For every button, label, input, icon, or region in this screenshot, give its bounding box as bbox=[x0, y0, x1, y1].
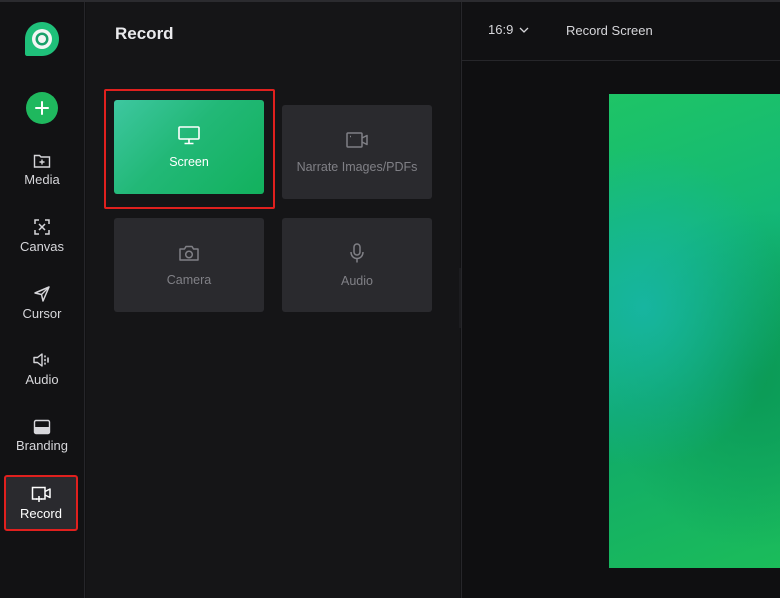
microphone-icon bbox=[350, 243, 364, 263]
monitor-icon bbox=[178, 126, 200, 145]
app-logo-icon bbox=[23, 20, 61, 58]
sidebar-item-record[interactable]: Record bbox=[4, 475, 78, 531]
record-option-narrate[interactable]: Narrate Images/PDFs bbox=[282, 105, 432, 199]
record-option-camera[interactable]: Camera bbox=[114, 218, 264, 312]
sidebar-item-media[interactable]: Media bbox=[6, 142, 78, 198]
video-frame-icon bbox=[346, 132, 368, 148]
app-window: Media Canvas Cursor Audio Branding Recor… bbox=[0, 0, 780, 598]
sidebar-item-cursor[interactable]: Cursor bbox=[6, 275, 78, 331]
panel-title: Record bbox=[115, 24, 174, 43]
sidebar-item-label: Cursor bbox=[22, 305, 62, 321]
camera-icon bbox=[179, 245, 199, 261]
record-mode-label: Record Screen bbox=[566, 23, 653, 38]
plus-icon bbox=[35, 101, 49, 115]
sidebar-item-label: Canvas bbox=[19, 238, 65, 254]
aspect-ratio-dropdown[interactable]: 16:9 bbox=[488, 22, 529, 37]
sidebar-item-label: Record bbox=[20, 505, 62, 521]
folder-plus-icon bbox=[33, 154, 51, 168]
record-option-screen[interactable]: Screen bbox=[114, 100, 264, 194]
record-option-label: Audio bbox=[341, 274, 373, 288]
record-panel: Record Screen Narrate Images/PDFs Camera bbox=[86, 2, 460, 598]
sidebar-item-label: Audio bbox=[25, 371, 59, 387]
branding-icon bbox=[33, 419, 51, 434]
add-button[interactable] bbox=[26, 92, 58, 124]
preview-toolbar: 16:9 Record Screen bbox=[462, 2, 780, 61]
chevron-down-icon bbox=[519, 27, 529, 33]
record-option-label: Screen bbox=[169, 155, 209, 169]
aspect-ratio-value: 16:9 bbox=[488, 22, 514, 37]
record-option-label: Camera bbox=[166, 273, 212, 287]
canvas-crop-icon bbox=[34, 218, 50, 235]
sidebar-item-audio[interactable]: Audio bbox=[6, 341, 78, 397]
canvas-preview bbox=[609, 94, 780, 568]
sidebar-item-label: Branding bbox=[15, 437, 69, 453]
record-option-label: Narrate Images/PDFs bbox=[296, 160, 418, 174]
sidebar-item-label: Media bbox=[24, 171, 60, 187]
record-icon bbox=[31, 486, 51, 502]
left-sidebar: Media Canvas Cursor Audio Branding Recor… bbox=[0, 2, 85, 598]
record-option-audio[interactable]: Audio bbox=[282, 218, 432, 312]
cursor-icon bbox=[34, 285, 50, 302]
preview-area: 16:9 Record Screen bbox=[461, 2, 780, 598]
speaker-icon bbox=[33, 352, 49, 367]
sidebar-item-branding[interactable]: Branding bbox=[6, 408, 78, 464]
sidebar-item-canvas[interactable]: Canvas bbox=[6, 208, 78, 264]
